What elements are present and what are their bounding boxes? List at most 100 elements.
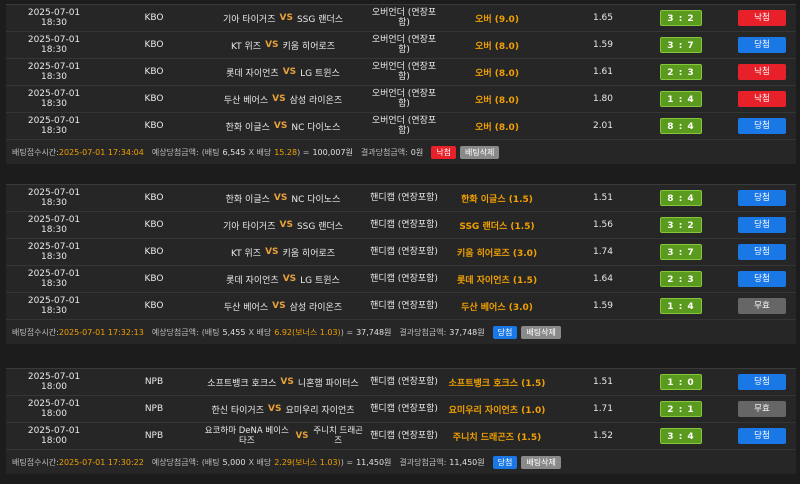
result-cell: 낙첨 [737, 5, 787, 31]
bet-type: 오버언더 (연장포함) [371, 8, 437, 28]
score-badge: 1 : 4 [660, 298, 702, 314]
total-odds: 6.92(보너스 1.03) [274, 327, 341, 337]
result-cell: 무효 [737, 293, 787, 319]
match-time: 2025-07-01 18:30 [27, 35, 81, 55]
result-amount: 0원 [410, 147, 424, 157]
score-cell: 2 : 3 [660, 59, 702, 85]
bet-row: 2025-07-01 18:30 KBO KT 위즈 VS 키움 히어로즈 핸디캡 (연장… [6, 239, 796, 266]
bet-type: 오버언더 (연장포함) [371, 62, 437, 82]
slip-footer: 배팅접수시간: 2025-07-01 17:32:13 예상당첨금액: (배팅 5,45… [6, 320, 796, 344]
result-cell: 당첨 [737, 113, 787, 139]
bet-slip: 2025-07-01 18:30 KBO 기아 타이거즈 VS SSG 랜더스 오버언더 … [6, 4, 796, 164]
bet-odds: 1.56 [592, 220, 614, 230]
bet-row: 2025-07-01 18:30 KBO 한화 이글스 VS NC 다이노스 핸디캡 (연… [6, 185, 796, 212]
league-name: KBO [144, 40, 164, 50]
away-team: SSG 랜더스 [296, 14, 344, 25]
result-label: 결과당첨금액: [360, 147, 408, 157]
result-label: 결과당첨금액: [399, 327, 447, 337]
bet-odds: 1.51 [592, 377, 614, 387]
league-name: KBO [144, 193, 164, 203]
expected-label: 예상당첨금액: [151, 457, 199, 467]
bet-odds: 1.52 [592, 431, 614, 441]
result-cell: 당첨 [737, 32, 787, 58]
bet-type: 핸디캡 (연장포함) [370, 301, 438, 311]
bet-type: 오버언더 (연장포함) [371, 116, 437, 136]
bet-pick: 주니치 드래곤즈 (1.5) [452, 432, 542, 443]
stake-amount: 6,545 [222, 147, 246, 157]
league-name: KBO [144, 121, 164, 131]
slip-footer: 배팅접수시간: 2025-07-01 17:30:22 예상당첨금액: (배팅 5,00… [6, 450, 796, 474]
bet-pick: 두산 베어스 (3.0) [461, 302, 533, 313]
bet-row: 2025-07-01 18:30 KBO 롯데 자이언츠 VS LG 트윈스 오버언더 (… [6, 59, 796, 86]
result-cell: 당첨 [737, 423, 787, 449]
away-team: LG 트윈스 [300, 275, 340, 286]
score-badge: 2 : 3 [660, 64, 702, 80]
result-cell: 당첨 [737, 185, 787, 211]
delete-bet-button[interactable]: 배팅삭제 [521, 455, 561, 469]
match-teams: KT 위즈 VS 키움 히어로즈 [202, 239, 364, 265]
score-cell: 1 : 4 [660, 293, 702, 319]
bet-type: 핸디캡 (연장포함) [370, 377, 438, 387]
score-badge: 2 : 3 [660, 271, 702, 287]
match-teams: 한화 이글스 VS NC 다이노스 [202, 113, 364, 139]
league-name: NPB [144, 431, 164, 441]
result-label: 결과당첨금액: [399, 457, 447, 467]
result-amount: 37,748원 [449, 327, 485, 337]
bet-pick: 오버 (8.0) [475, 68, 519, 79]
home-team: 두산 베어스 [223, 95, 269, 106]
slip-status-badge: 낙첨 [431, 145, 456, 159]
home-team: 한화 이글스 [225, 194, 270, 205]
bet-row: 2025-07-01 18:30 KBO 기아 타이거즈 VS SSG 랜더스 핸디캡 (… [6, 212, 796, 239]
stake-amount: 5,455 [222, 327, 246, 337]
score-badge: 3 : 4 [660, 428, 702, 444]
bet-time: 2025-07-01 17:34:04 [58, 147, 144, 157]
result-cell: 당첨 [737, 212, 787, 238]
match-time: 2025-07-01 18:30 [27, 62, 81, 82]
bet-pick: 한화 이글스 (1.5) [461, 194, 533, 205]
result-cell: 낙첨 [737, 59, 787, 85]
away-team: 삼성 라이온즈 [289, 302, 343, 313]
home-team: 요코하마 DeNA 베이스타즈 [204, 426, 289, 446]
match-time: 2025-07-01 18:30 [27, 8, 81, 28]
league-name: KBO [144, 13, 164, 23]
result-cell: 당첨 [737, 239, 787, 265]
score-cell: 3 : 2 [660, 212, 702, 238]
expected-close: ) = [340, 457, 354, 467]
league-name: KBO [144, 301, 164, 311]
bet-type: 핸디캡 (연장포함) [370, 193, 438, 203]
bet-row: 2025-07-01 18:00 NPB 한신 타이거즈 VS 요미우리 자이언츠 핸디캡… [6, 396, 796, 423]
match-time: 2025-07-01 18:30 [27, 242, 81, 262]
match-time: 2025-07-01 18:00 [27, 399, 81, 419]
away-team: 주니치 드래곤즈 [313, 426, 363, 446]
result-cell: 낙첨 [737, 86, 787, 112]
bet-row: 2025-07-01 18:30 KBO 롯데 자이언츠 VS LG 트윈스 핸디캡 (연… [6, 266, 796, 293]
away-team: 요미우리 자이언츠 [285, 405, 355, 416]
expected-close: ) = [297, 147, 310, 157]
result-badge: 당첨 [738, 37, 786, 53]
away-team: NC 다이노스 [291, 194, 341, 205]
match-teams: 두산 베어스 VS 삼성 라이온즈 [202, 293, 364, 319]
result-badge: 당첨 [738, 244, 786, 260]
match-teams: 소프트뱅크 호크스 VS 니혼햄 파이터스 [202, 369, 364, 395]
slip-footer: 배팅접수시간: 2025-07-01 17:34:04 예상당첨금액: (배팅 6,54… [6, 140, 796, 164]
bet-time-label: 배팅접수시간: [12, 457, 59, 467]
slip-status-badge: 당첨 [492, 325, 518, 339]
delete-bet-button[interactable]: 배팅삭제 [459, 145, 500, 159]
bet-type: 핸디캡 (연장포함) [370, 274, 438, 284]
score-cell: 3 : 4 [660, 423, 702, 449]
bet-odds: 1.74 [592, 247, 614, 257]
result-badge: 무효 [738, 298, 786, 314]
bet-type: 핸디캡 (연장포함) [370, 431, 438, 441]
bet-pick: 롯데 자이언츠 (1.5) [456, 275, 538, 286]
score-cell: 3 : 7 [660, 239, 702, 265]
odds-label: X 배당 [248, 147, 272, 157]
total-odds: 2.29(보너스 1.03) [274, 457, 341, 467]
bet-slip: 2025-07-01 18:00 NPB 소프트뱅크 호크스 VS 니혼햄 파이터스 핸디… [6, 368, 796, 474]
vs-label: VS [272, 301, 286, 311]
delete-bet-button[interactable]: 배팅삭제 [521, 325, 561, 339]
league-name: KBO [144, 67, 164, 77]
away-team: 삼성 라이온즈 [289, 95, 343, 106]
score-badge: 2 : 1 [660, 401, 702, 417]
league-name: NPB [144, 404, 164, 414]
league-name: KBO [144, 220, 164, 230]
